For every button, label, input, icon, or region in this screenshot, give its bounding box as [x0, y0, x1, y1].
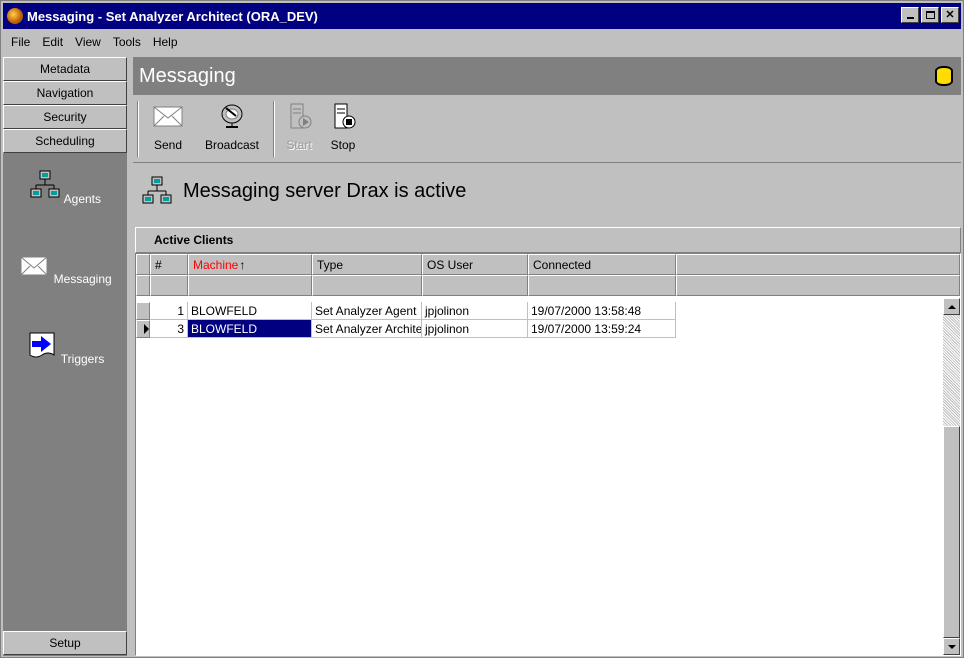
server-network-icon: [142, 176, 172, 204]
sidebar-button-navigation[interactable]: Navigation: [3, 81, 127, 105]
column-header-connected[interactable]: Connected: [528, 254, 676, 275]
app-icon[interactable]: [7, 8, 23, 24]
page-title: Messaging: [139, 64, 236, 87]
row-indicator[interactable]: [136, 320, 150, 338]
menu-help[interactable]: Help: [147, 35, 184, 49]
satellite-dish-icon: [221, 104, 243, 128]
arrow-up-icon: [947, 304, 956, 309]
sidebar: Metadata Navigation Security Scheduling …: [3, 57, 127, 656]
scroll-thumb[interactable]: [943, 426, 960, 638]
header-indicator: [136, 254, 150, 275]
cell-machine[interactable]: BLOWFELD: [188, 320, 312, 338]
toolbar-separator: [273, 101, 275, 157]
cell-machine[interactable]: BLOWFELD: [188, 302, 312, 320]
cell-os-user[interactable]: jpjolinon: [422, 302, 528, 320]
filter-cell[interactable]: [188, 275, 312, 296]
cell-num: 1: [150, 302, 188, 320]
cell-connected[interactable]: 19/07/2000 13:58:48: [528, 302, 676, 320]
sidebar-tool-label: Messaging: [53, 272, 112, 286]
database-icon[interactable]: [935, 66, 953, 86]
cell-type[interactable]: Set Analyzer Agent: [312, 302, 422, 320]
envelope-icon: [20, 256, 48, 276]
cell-os-user[interactable]: jpjolinon: [422, 320, 528, 338]
grid-body: 1 BLOWFELD Set Analyzer Agent jpjolinon …: [136, 298, 960, 655]
broadcast-button[interactable]: Broadcast: [199, 103, 265, 152]
vertical-scrollbar[interactable]: [943, 298, 960, 655]
active-clients-panel: Active Clients: [135, 227, 961, 253]
header-filler: [676, 254, 960, 275]
stop-label: Stop: [330, 138, 356, 152]
arrow-down-icon: [947, 644, 956, 649]
filter-cell[interactable]: [312, 275, 422, 296]
panel-title: Active Clients: [154, 233, 234, 247]
menu-edit[interactable]: Edit: [36, 35, 69, 49]
cell-type[interactable]: Set Analyzer Architect: [312, 320, 422, 338]
menu-file[interactable]: File: [5, 35, 36, 49]
sidebar-tool-label: Triggers: [60, 352, 105, 366]
sidebar-tool-label: Agents: [63, 192, 102, 206]
maximize-button[interactable]: [921, 7, 939, 23]
sidebar-tool-triggers[interactable]: Triggers: [3, 329, 127, 366]
cell-connected[interactable]: 19/07/2000 13:59:24: [528, 320, 676, 338]
sidebar-button-scheduling[interactable]: Scheduling: [3, 129, 127, 153]
column-header-os-user[interactable]: OS User: [422, 254, 528, 275]
server-stop-icon: [334, 103, 356, 129]
filter-cell[interactable]: [528, 275, 676, 296]
close-button[interactable]: ✕: [941, 7, 959, 23]
column-header-machine[interactable]: Machine ↑: [188, 254, 312, 275]
menu-view[interactable]: View: [69, 35, 107, 49]
title-bar: Messaging - Set Analyzer Architect (ORA_…: [3, 3, 961, 29]
sidebar-tool-agents[interactable]: Agents: [3, 169, 127, 206]
start-label: Start: [286, 138, 312, 152]
clients-grid: # Machine ↑ Type OS User Connected 1 BLO…: [135, 253, 961, 656]
cell-num: 3: [150, 320, 188, 338]
scroll-up-button[interactable]: [943, 298, 960, 315]
send-label: Send: [153, 138, 183, 152]
send-button[interactable]: Send: [149, 103, 187, 152]
toolbar: Send Broadcast Start Stop: [133, 97, 961, 163]
filter-cell[interactable]: [150, 275, 188, 296]
agents-network-icon: [30, 170, 60, 198]
column-header-num[interactable]: #: [150, 254, 188, 275]
arrow-document-icon: [29, 332, 55, 358]
column-header-machine-label: Machine: [193, 257, 239, 272]
grid-header: # Machine ↑ Type OS User Connected: [136, 254, 960, 296]
row-indicator[interactable]: [136, 302, 150, 320]
sort-arrow-icon: ↑: [239, 257, 246, 272]
start-button[interactable]: Start: [283, 103, 315, 152]
broadcast-label: Broadcast: [204, 138, 260, 152]
filter-indicator: [136, 275, 150, 296]
filter-cell[interactable]: [422, 275, 528, 296]
window-controls: ✕: [901, 7, 959, 23]
server-start-icon: [290, 103, 312, 129]
column-header-type[interactable]: Type: [312, 254, 422, 275]
stop-button[interactable]: Stop: [327, 103, 359, 152]
sidebar-button-security[interactable]: Security: [3, 105, 127, 129]
app-window: Messaging - Set Analyzer Architect (ORA_…: [0, 0, 964, 658]
server-status: Messaging server Drax is active: [133, 169, 961, 213]
status-text: Messaging server Drax is active: [183, 179, 467, 202]
filter-filler: [676, 275, 960, 296]
window-title: Messaging - Set Analyzer Architect (ORA_…: [27, 8, 318, 24]
main-content: Messaging Send Broadcast Start Stop Mess…: [133, 57, 961, 656]
sidebar-button-setup[interactable]: Setup: [3, 631, 127, 655]
menu-tools[interactable]: Tools: [107, 35, 147, 49]
scroll-down-button[interactable]: [943, 638, 960, 655]
page-header: Messaging: [133, 57, 961, 95]
envelope-icon: [153, 106, 183, 127]
current-row-arrow-icon: [144, 324, 149, 334]
table-row[interactable]: 3 BLOWFELD Set Analyzer Architect jpjoli…: [136, 320, 676, 338]
menu-bar: File Edit View Tools Help: [3, 31, 961, 53]
toolbar-separator: [137, 101, 139, 157]
table-row[interactable]: 1 BLOWFELD Set Analyzer Agent jpjolinon …: [136, 302, 676, 320]
sidebar-button-metadata[interactable]: Metadata: [3, 57, 127, 81]
sidebar-tool-messaging[interactable]: Messaging: [3, 249, 127, 286]
minimize-button[interactable]: [901, 7, 919, 23]
